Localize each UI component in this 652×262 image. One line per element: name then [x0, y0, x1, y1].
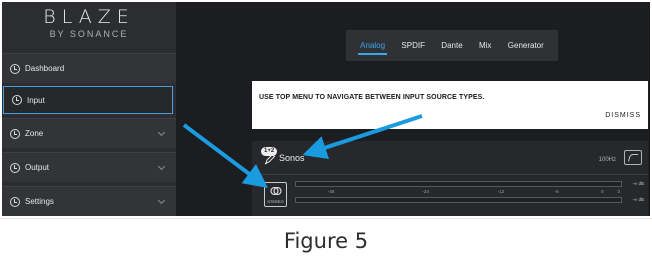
- sidebar-item-dashboard[interactable]: Dashboard: [2, 53, 176, 83]
- output-icon: [10, 162, 20, 173]
- logo-sub-text: BY SONANCE: [49, 29, 129, 39]
- sidebar-item-label: Zone: [25, 129, 44, 138]
- meter-tick: 3: [617, 189, 620, 194]
- logo-main-text: BLAZE: [43, 6, 135, 28]
- input-icon: [12, 95, 22, 105]
- sidebar-item-label: Dashboard: [25, 64, 65, 73]
- app-screenshot: BLAZE BY SONANCE Dashboard Input Zone Ou…: [2, 2, 650, 216]
- tab-analog[interactable]: Analog: [358, 33, 388, 58]
- edit-pencil-icon[interactable]: [264, 153, 276, 165]
- stereo-rings-icon: [270, 186, 282, 196]
- level-readout-left: -∞ dB: [632, 181, 644, 186]
- zone-icon: [10, 128, 20, 139]
- tab-dante[interactable]: Dante: [439, 33, 464, 58]
- brand-logo: BLAZE BY SONANCE: [2, 6, 176, 40]
- input-source-tabs: Analog SPDIF Dante Mix Generator: [346, 30, 558, 61]
- high-pass-frequency: 100Hz: [598, 157, 616, 163]
- stereo-label: STEREO: [267, 199, 284, 204]
- meter-tick: -48: [327, 189, 335, 194]
- stereo-link-button[interactable]: STEREO: [264, 182, 287, 207]
- sidebar-item-label: Input: [27, 95, 45, 105]
- filter-curve-icon: [628, 154, 639, 162]
- chevron-down-icon: [157, 196, 166, 205]
- info-notice: USE TOP MENU TO NAVIGATE BETWEEN INPUT S…: [252, 81, 648, 129]
- figure-caption: Figure 5: [0, 218, 652, 262]
- sidebar-item-output[interactable]: Output: [2, 152, 176, 182]
- dismiss-button[interactable]: DISMISS: [605, 112, 641, 119]
- gear-icon: [10, 196, 20, 207]
- level-meter-right: [295, 197, 622, 203]
- chevron-down-icon: [157, 128, 166, 137]
- tab-generator[interactable]: Generator: [506, 33, 546, 58]
- sidebar-item-zone[interactable]: Zone: [2, 118, 176, 148]
- meter-tick: -6: [554, 189, 559, 194]
- figure-frame: BLAZE BY SONANCE Dashboard Input Zone Ou…: [0, 0, 652, 262]
- panel-divider: [252, 174, 648, 175]
- meter-scale: -48 -24 -12 -6 0 3: [295, 189, 622, 196]
- sidebar-item-label: Output: [25, 163, 50, 172]
- tab-spdif[interactable]: SPDIF: [399, 33, 427, 58]
- tab-mix[interactable]: Mix: [477, 33, 493, 58]
- meter-tick: 0: [601, 189, 604, 194]
- sidebar: BLAZE BY SONANCE Dashboard Input Zone Ou…: [2, 2, 176, 216]
- level-readout-right: -∞ dB: [632, 197, 644, 202]
- sidebar-item-settings[interactable]: Settings: [2, 186, 176, 216]
- level-meter-left: [295, 181, 622, 187]
- input-name[interactable]: Sonos: [279, 153, 305, 163]
- high-pass-filter-button[interactable]: [624, 150, 642, 165]
- chevron-down-icon: [157, 162, 166, 171]
- clock-icon: [10, 63, 20, 74]
- sidebar-item-label: Settings: [25, 197, 54, 206]
- notice-message: USE TOP MENU TO NAVIGATE BETWEEN INPUT S…: [259, 94, 485, 101]
- input-channel-panel: 1+2 Sonos 100Hz STEREO -48 -24 -12 -6 0 …: [252, 141, 648, 216]
- meter-tick: -12: [497, 189, 505, 194]
- arrow-to-stereo: [182, 123, 268, 188]
- sidebar-item-input[interactable]: Input: [3, 86, 173, 114]
- meter-tick: -24: [422, 189, 430, 194]
